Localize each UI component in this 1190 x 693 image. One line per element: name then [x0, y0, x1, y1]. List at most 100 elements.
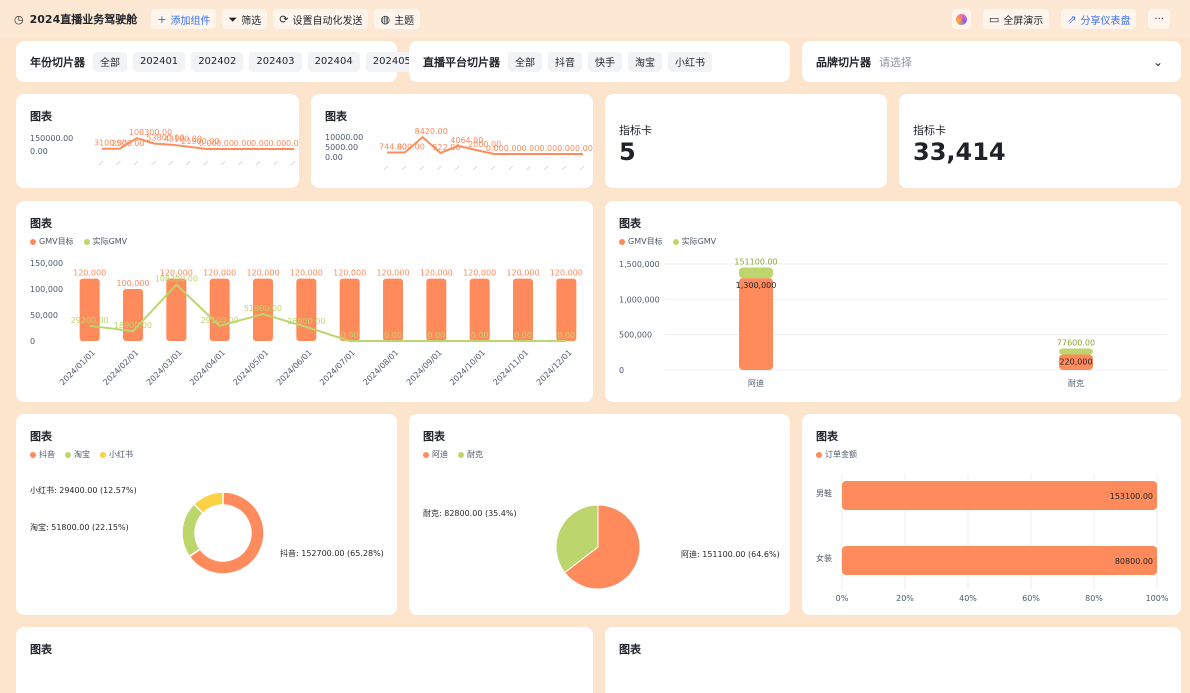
- x-tick-mark: [454, 165, 460, 171]
- share-button[interactable]: ⇗ 分享仪表盘: [1061, 9, 1137, 29]
- slice-label: 抖音: 152700.00 (65.28%): [280, 548, 384, 558]
- automation-label: 设置自动化发送: [292, 15, 363, 27]
- ai-orb-icon: [955, 13, 967, 25]
- x-tick-mark: [238, 160, 243, 166]
- line-data-label: 0.00: [514, 331, 532, 340]
- brand-slicer[interactable]: 品牌切片器 请选择 ⌄: [802, 41, 1181, 82]
- donut-slice: [181, 503, 205, 558]
- more-button[interactable]: ···: [1148, 9, 1170, 29]
- theme-button[interactable]: ◍ 主题: [374, 9, 421, 29]
- data-label: 0.00: [269, 139, 287, 148]
- x-tick-mark: [168, 160, 174, 166]
- gmv-combo-chart: 150,000 100,000 50,000 0 120,000 2024/01/01 10…: [30, 259, 583, 387]
- automation-button[interactable]: ⟳ 设置自动化发送: [273, 9, 369, 29]
- year-option-202403[interactable]: 202403: [249, 51, 302, 72]
- x-tick-label: 耐克: [1068, 378, 1084, 388]
- category-hbar-card: 图表 订单金额 0% 20% 40% 60% 80% 100% 男鞋 153100.00 女装 8…: [802, 414, 1181, 615]
- x-tick-label: 60%: [1022, 594, 1040, 603]
- x-tick-label: 100%: [1146, 594, 1169, 603]
- filter-button[interactable]: ⏷ 筛选: [222, 9, 268, 29]
- bar-data-label: 120,000: [506, 269, 539, 278]
- x-tick-label: 2024/01/01: [58, 348, 97, 387]
- platform-option-taobao[interactable]: 淘宝: [628, 51, 662, 72]
- y-tick-label: 0.00: [325, 153, 343, 162]
- platform-option-all[interactable]: 全部: [508, 51, 542, 72]
- x-tick-label: 2024/12/01: [535, 348, 574, 387]
- line-data-label: 0.00: [384, 331, 402, 340]
- y-tick-label: 150,000: [30, 259, 63, 268]
- x-tick-label: 2024/09/01: [405, 348, 444, 387]
- bar: [123, 289, 143, 341]
- chevron-down-icon[interactable]: ⌄: [1153, 55, 1163, 69]
- gmv-combo-chart-card: 图表 GMV目标 实际GMV 150,000 100,000 50,000 0 120,…: [16, 201, 593, 402]
- target-data-label: 1,300,000: [736, 281, 777, 290]
- bar-data-label: 120,000: [290, 269, 323, 278]
- data-label: 0.00: [504, 144, 522, 153]
- chart-card-bottom-right: 图表: [605, 627, 1181, 693]
- data-label: 0.00: [234, 139, 252, 148]
- data-label: 0.00: [539, 144, 557, 153]
- bar-data-label: 120,000: [420, 269, 453, 278]
- x-tick-mark: [490, 165, 496, 171]
- x-tick-label: 40%: [959, 594, 977, 603]
- x-tick-label: 2024/07/01: [318, 348, 357, 387]
- y-tick-label: 50,000: [30, 311, 58, 320]
- data-label: 0.00: [486, 144, 504, 153]
- x-tick-mark: [220, 160, 226, 166]
- bar-data-label: 120,000: [73, 269, 106, 278]
- x-tick-mark: [544, 165, 549, 171]
- y-tick-label: 女装: [816, 553, 832, 563]
- brand-gmv-chart-card: 图表 GMV目标 实际GMV 1,500,000 1,000,000 500,000…: [605, 201, 1181, 402]
- y-tick-label: 0: [30, 337, 35, 346]
- share-icon: ⇗: [1067, 12, 1077, 26]
- data-label: 800.00: [397, 142, 425, 151]
- x-tick-mark: [419, 165, 424, 171]
- target-bar: [739, 278, 773, 370]
- year-option-202402[interactable]: 202402: [191, 51, 244, 72]
- add-widget-button[interactable]: + 添加组件: [151, 9, 217, 29]
- year-option-202404[interactable]: 202404: [307, 51, 360, 72]
- x-tick-label: 2024/08/01: [361, 348, 400, 387]
- metric-card-1: 指标卡 5: [605, 94, 887, 188]
- actual-data-label: 151100.00: [734, 257, 777, 266]
- ai-button[interactable]: [951, 9, 971, 29]
- target-data-label: 220,000: [1059, 357, 1092, 366]
- y-tick-label: 0: [619, 366, 624, 375]
- hbar: [842, 546, 1157, 575]
- bar: [166, 278, 187, 341]
- x-tick-label: 2024/05/01: [231, 348, 270, 387]
- mini-line-chart: 10000.005000.000.00744.00800.008420.0052…: [325, 127, 593, 171]
- metric-value: 33,414: [913, 138, 1006, 166]
- x-tick-mark: [579, 165, 585, 171]
- fullscreen-button[interactable]: ▭ 全屏演示: [982, 9, 1050, 29]
- brand-slicer-label: 品牌切片器: [816, 55, 871, 69]
- line-data-label: 29100.00: [201, 316, 239, 325]
- platform-option-kuaishou[interactable]: 快手: [588, 51, 622, 72]
- clock-icon: ◷: [14, 12, 24, 26]
- bar-data-label: 120,000: [376, 269, 409, 278]
- y-tick-label: 500,000: [619, 331, 652, 340]
- line-data-label: 0.00: [341, 331, 359, 340]
- bar-data-label: 80800.00: [1115, 557, 1153, 566]
- x-tick-mark: [185, 160, 191, 166]
- metric-label: 指标卡: [913, 124, 946, 137]
- line-data-label: 29200.00: [71, 316, 109, 325]
- line-data-label: 108300.00: [155, 275, 198, 284]
- x-tick-mark: [472, 165, 478, 171]
- theme-label: 主题: [394, 15, 415, 27]
- data-label: 0.00: [251, 139, 269, 148]
- x-tick-mark: [561, 165, 567, 171]
- bar-data-label: 120,000: [333, 269, 366, 278]
- platform-option-douyin[interactable]: 抖音: [548, 51, 582, 72]
- year-option-202401[interactable]: 202401: [133, 51, 186, 72]
- year-option-all[interactable]: 全部: [93, 51, 127, 72]
- y-tick-label: 男鞋: [816, 488, 832, 498]
- platform-donut-chart: 抖音: 152700.00 (65.28%) 淘宝: 51800.00 (22.1…: [30, 485, 384, 575]
- x-tick-mark: [508, 165, 514, 171]
- bar-data-label: 120,000: [203, 269, 236, 278]
- chart-title: 图表: [30, 643, 52, 656]
- year-slicer: 年份切片器 全部 202401 202402 202403 202404 202…: [16, 41, 418, 82]
- top-toolbar: ◷ 2024直播业务驾驶舱 + 添加组件 ⏷ 筛选 ⟳ 设置自动化发送 ◍ 主题…: [0, 0, 1190, 38]
- bar-data-label: 153100.00: [1110, 492, 1153, 501]
- platform-option-xiaohongshu[interactable]: 小红书: [668, 51, 712, 72]
